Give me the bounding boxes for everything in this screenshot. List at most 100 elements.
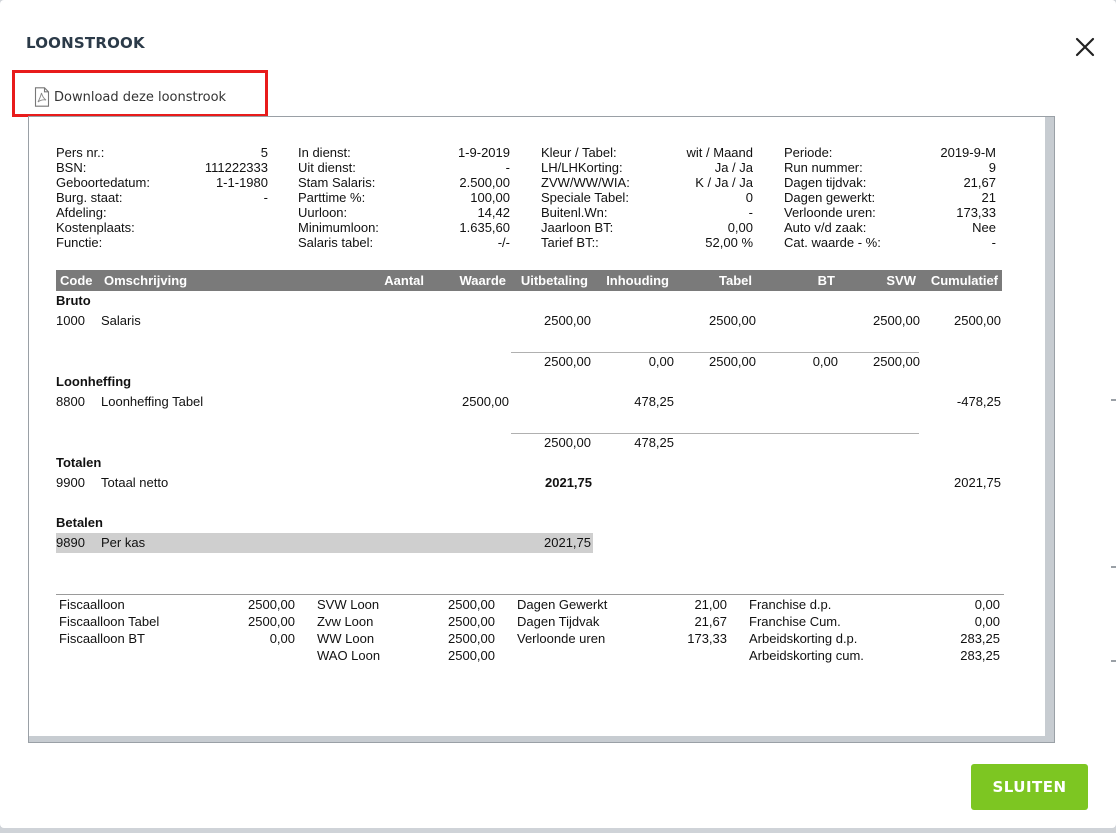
close-icon[interactable] (1072, 34, 1098, 60)
info-value: - (748, 205, 753, 220)
row-waarde: 2500,00 (462, 394, 509, 409)
footer-label: Franchise d.p. (749, 597, 832, 612)
row-description: Loonheffing Tabel (101, 394, 204, 409)
row-cumulatief: 2021,75 (954, 475, 1001, 490)
info-value: 21,67 (963, 175, 996, 190)
download-payslip-link[interactable]: Download deze loonstrook (34, 87, 226, 107)
footer-value: 283,25 (960, 631, 1000, 646)
info-label: Auto v/d zaak: (784, 220, 867, 235)
section-title: Bruto (56, 293, 91, 308)
footer-label: Arbeidskorting d.p. (749, 631, 858, 646)
info-value: Nee (972, 220, 996, 235)
info-label: Geboortedatum: (56, 175, 150, 190)
horizontal-scrollbar[interactable] (29, 736, 1047, 742)
subtotal-divider (511, 433, 919, 434)
info-value: 52,00 % (705, 235, 753, 250)
download-label: Download deze loonstrook (54, 89, 227, 105)
footer-label: Verloonde uren (517, 631, 606, 646)
info-label: Salaris tabel: (298, 235, 374, 250)
row-inhouding: 478,25 (634, 394, 674, 409)
close-button[interactable]: SLUITEN (971, 764, 1088, 810)
section-title: Loonheffing (56, 374, 132, 389)
footer-label: Fiscaalloon Tabel (59, 614, 160, 629)
info-label: BSN: (56, 160, 87, 175)
background-edge-mark (1111, 399, 1116, 401)
footer-label: Arbeidskorting cum. (749, 648, 864, 663)
footer-value: 2500,00 (448, 597, 495, 612)
row-uitbetaling: 2021,75 (545, 475, 592, 490)
footer-value: 21,00 (694, 597, 727, 612)
modal-title: LOONSTROOK (26, 34, 145, 52)
row-code: 1000 (56, 313, 85, 328)
info-value: - (991, 235, 996, 250)
info-label: Verloonde uren: (784, 205, 876, 220)
payslip-modal: LOONSTROOK Download deze loonstrook Pers… (0, 0, 1116, 828)
footer-value: 0,00 (269, 631, 295, 646)
footer-label: Dagen Gewerkt (517, 597, 608, 612)
info-value: 1-9-2019 (457, 145, 510, 160)
header-cumulatief: Cumulatief (930, 273, 998, 288)
info-value: - (263, 190, 268, 205)
row-code: 9900 (56, 475, 85, 490)
row-description: Per kas (101, 535, 146, 550)
info-label: Kleur / Tabel: (541, 145, 617, 160)
info-value: 0,00 (727, 220, 753, 235)
info-label: Afdeling: (56, 205, 107, 220)
header-aantal: Aantal (384, 273, 424, 288)
info-value: K / Ja / Ja (695, 175, 753, 190)
row-description: Salaris (101, 313, 141, 328)
row-cumulatief: 2500,00 (954, 313, 1001, 328)
header-waarde: Waarde (459, 273, 506, 288)
info-value: 21 (981, 190, 996, 205)
info-label: Run nummer: (784, 160, 863, 175)
header-code: Code (60, 273, 93, 288)
footer-label: Dagen Tijdvak (517, 614, 600, 629)
info-value: wit / Maand (686, 145, 753, 160)
footer-value: 283,25 (960, 648, 1000, 663)
info-label: Uit dienst: (298, 160, 356, 175)
sub-svw: 2500,00 (873, 354, 920, 369)
footer-value: 2500,00 (448, 631, 495, 646)
info-label: Buitenl.Wn: (541, 205, 608, 220)
row-svw: 2500,00 (873, 313, 920, 328)
footer-value: 2500,00 (448, 648, 495, 663)
footer-value: 0,00 (974, 614, 1000, 629)
section-title: Totalen (56, 455, 102, 470)
info-value: 173,33 (956, 205, 996, 220)
background-edge-mark (1111, 660, 1116, 662)
info-label: ZVW/WW/WIA: (541, 175, 630, 190)
info-value: -/- (497, 235, 510, 250)
header-svw: SVW (886, 273, 916, 288)
row-uitbetaling: 2021,75 (544, 535, 591, 550)
info-value: 9 (988, 160, 996, 175)
info-label: In dienst: (298, 145, 351, 160)
footer-value: 21,67 (694, 614, 727, 629)
info-value: 1-1-1980 (215, 175, 268, 190)
row-tabel: 2500,00 (709, 313, 756, 328)
vertical-scrollbar[interactable] (1045, 117, 1054, 742)
sub-inhouding: 478,25 (634, 435, 674, 450)
info-label: Tarief BT:: (541, 235, 599, 250)
sub-inhouding: 0,00 (648, 354, 674, 369)
info-label: Cat. waarde - %: (784, 235, 881, 250)
footer-label: Franchise Cum. (749, 614, 841, 629)
footer-value: 0,00 (974, 597, 1000, 612)
table-header: Code Omschrijving Aantal Waarde Uitbetal… (56, 270, 1002, 291)
header-omschrijving: Omschrijving (104, 273, 188, 288)
footer-value: 173,33 (687, 631, 727, 646)
info-label: Minimumloon: (298, 220, 379, 235)
footer-label: WW Loon (317, 631, 375, 646)
row-cumulatief: -478,25 (956, 394, 1001, 409)
sub-tabel: 2500,00 (709, 354, 756, 369)
info-label: Uurloon: (298, 205, 348, 220)
subtotal-divider (511, 352, 919, 353)
info-value: 1.635,60 (459, 220, 510, 235)
footer-label: Zvw Loon (317, 614, 374, 629)
footer-label: WAO Loon (317, 648, 381, 663)
payslip-document-frame: Pers nr.: 5 BSN: 111222333 Geboortedatum… (28, 116, 1055, 743)
info-label: Parttime %: (298, 190, 366, 205)
info-label: Periode: (784, 145, 833, 160)
section-title: Betalen (56, 515, 103, 530)
row-code: 9890 (56, 535, 85, 550)
info-value: 2019-9-M (940, 145, 996, 160)
